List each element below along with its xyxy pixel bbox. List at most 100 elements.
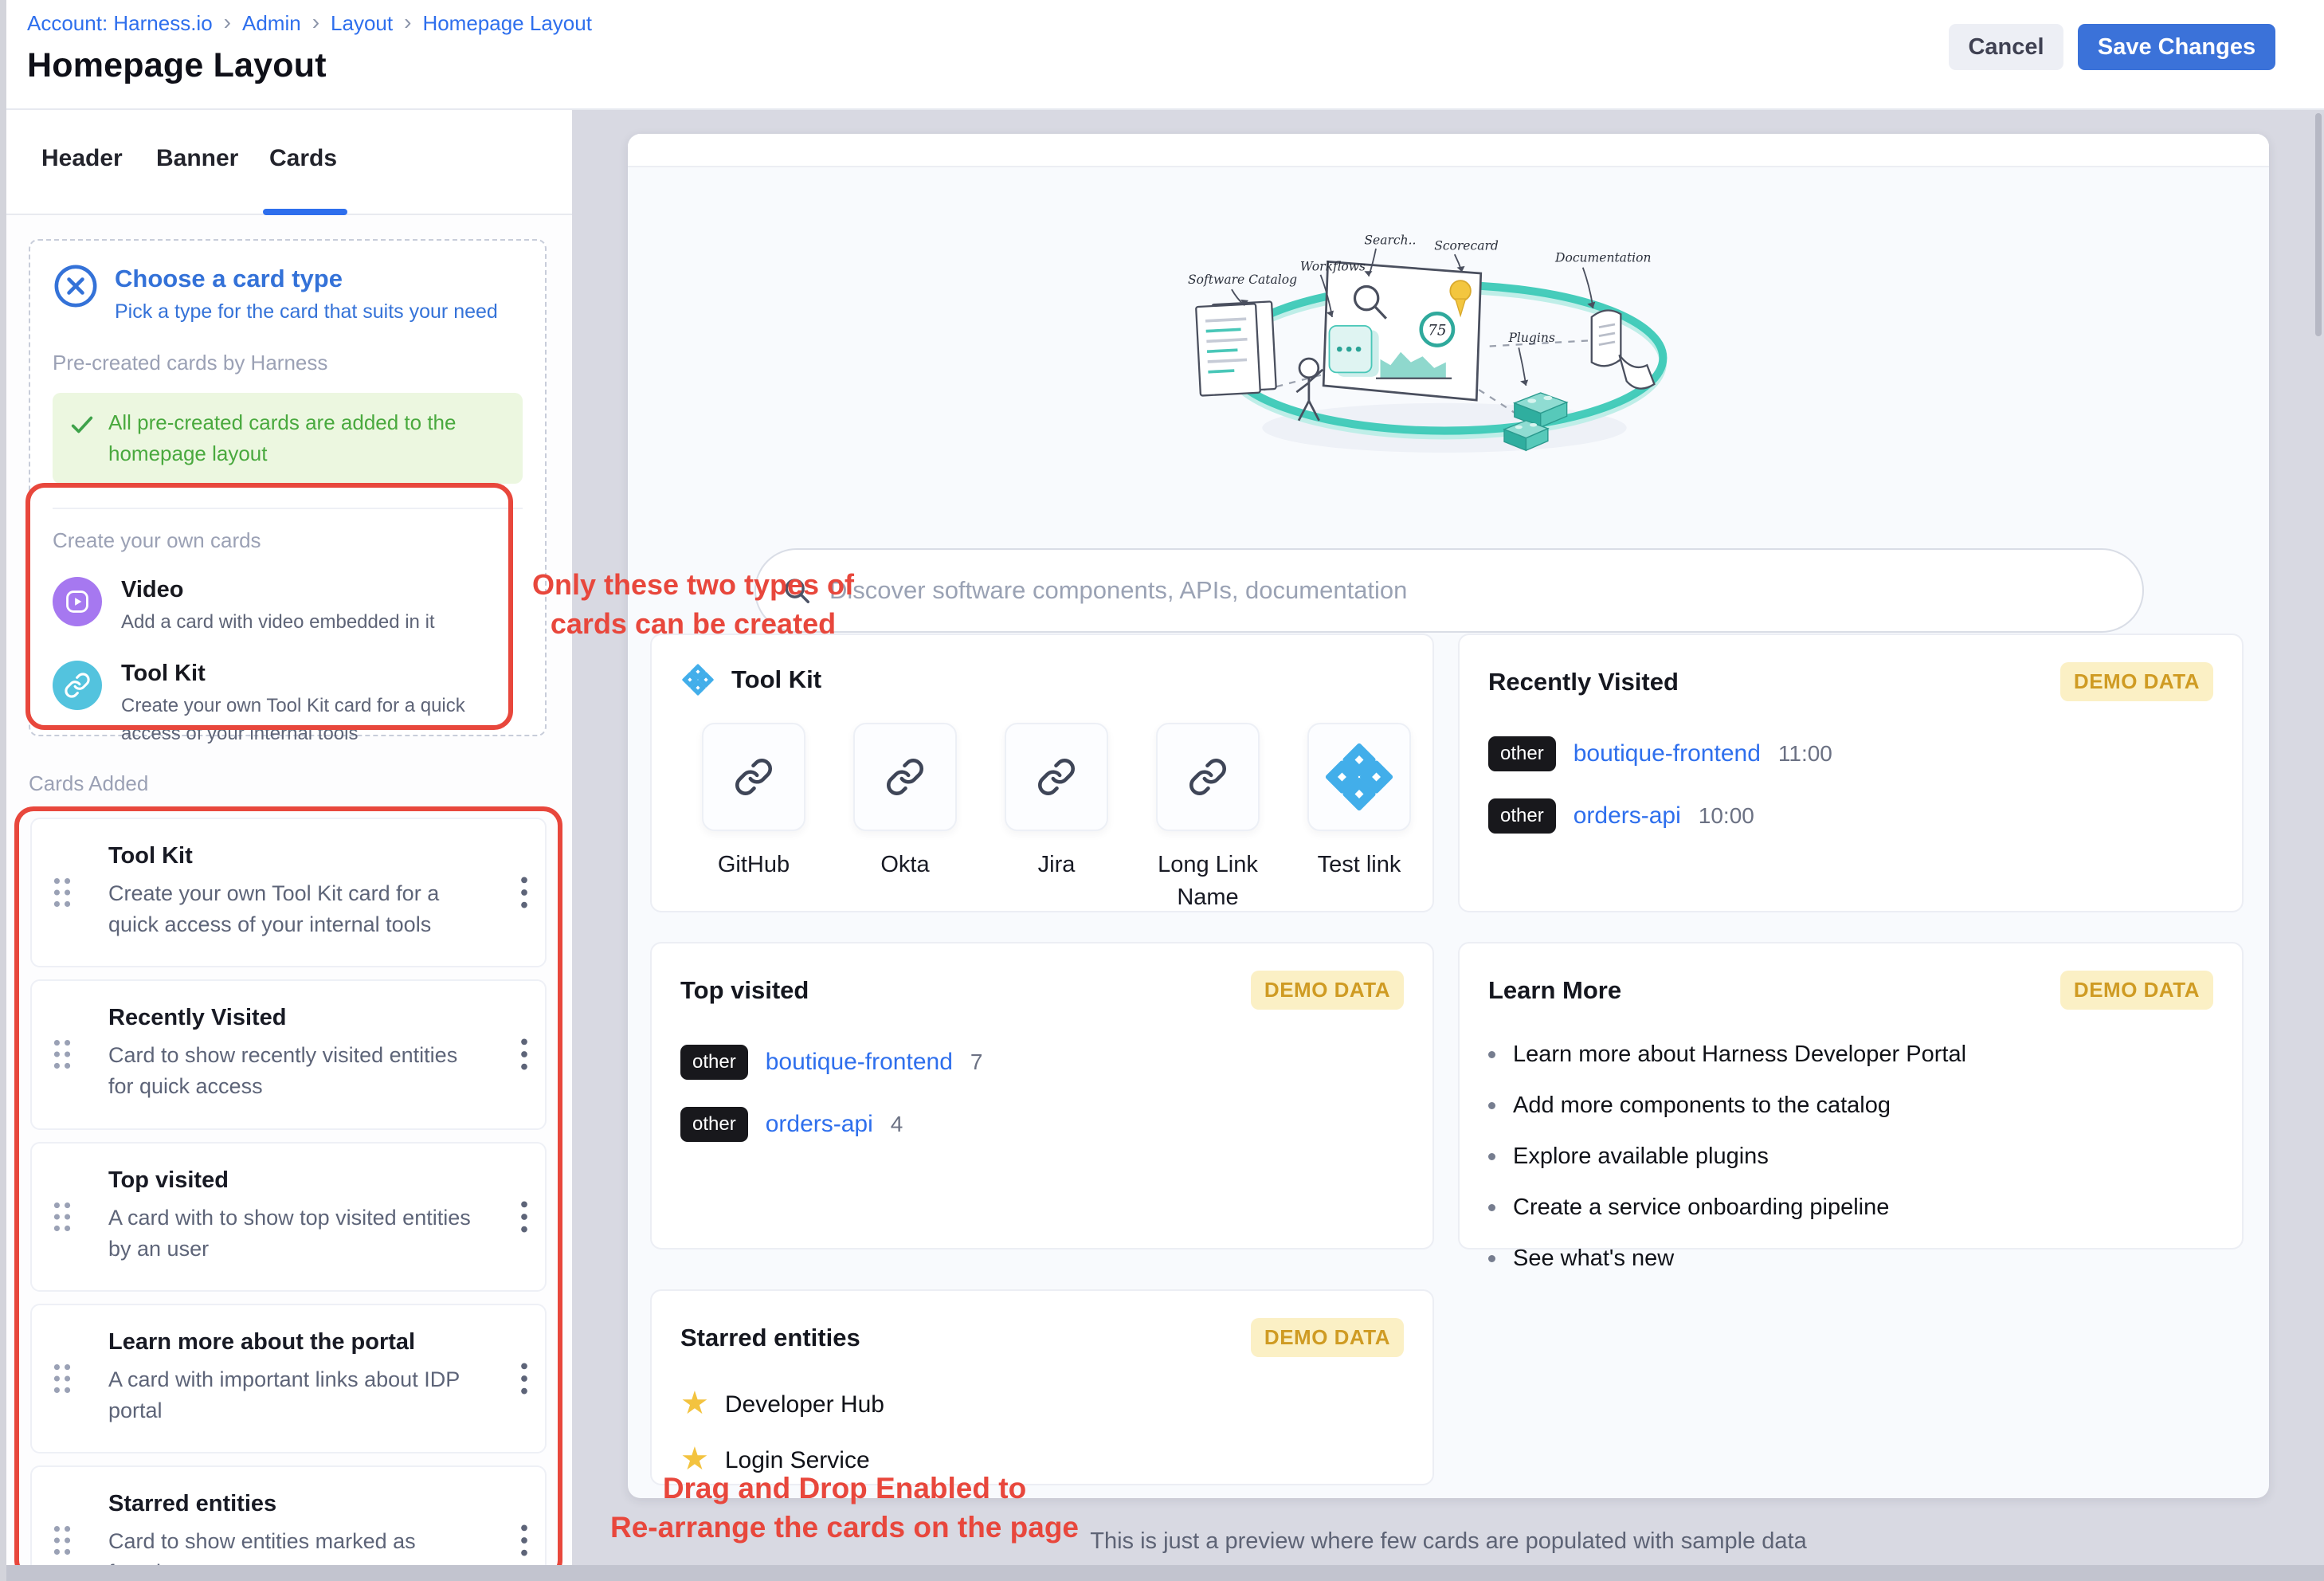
card-type-option-toolkit[interactable]: Tool Kit Create your own Tool Kit card f… [53, 661, 523, 748]
drag-handle-icon[interactable] [51, 876, 73, 909]
window-bottom-edge [6, 1565, 2324, 1581]
entity-link[interactable]: boutique-frontend [766, 1049, 953, 1076]
link-icon [734, 757, 774, 797]
window-left-edge [0, 0, 6, 1581]
card-type-option-video[interactable]: Video Add a card with video embedded in … [53, 577, 523, 637]
chooser-subtitle: Pick a type for the card that suits your… [115, 300, 498, 324]
learn-more-item[interactable]: Add more components to the catalog [1488, 1093, 2213, 1119]
entity-row: other boutique-frontend 7 [680, 1045, 1404, 1080]
breadcrumb-admin[interactable]: Admin [242, 11, 301, 36]
label-plugins: Plugins [1507, 331, 1554, 345]
chooser-title: Choose a card type [115, 265, 498, 293]
chooser-header: Choose a card type Pick a type for the c… [53, 263, 523, 324]
card-title: Recently Visited [1488, 668, 1679, 696]
homepage-preview-panel: 75 [628, 134, 2269, 1498]
label-workflows: Workflows [1300, 259, 1366, 273]
added-card-toolkit[interactable]: Tool Kit Create your own Tool Kit card f… [30, 818, 547, 967]
card-type-chooser-panel: Choose a card type Pick a type for the c… [29, 239, 547, 736]
breadcrumb-account[interactable]: Account: Harness.io [27, 11, 213, 36]
entity-time: 11:00 [1778, 741, 1832, 767]
learn-more-text: See what's new [1513, 1246, 1674, 1272]
sidebar-tabs: Header Banner Cards [6, 108, 572, 215]
entity-link[interactable]: orders-api [1574, 802, 1681, 830]
entity-link[interactable]: orders-api [766, 1111, 873, 1138]
preview-search-bar [754, 548, 2144, 633]
added-card-description: A card with to show top visited entities… [108, 1202, 483, 1265]
preview-card-learn-more[interactable]: Learn More DEMO DATA Learn more about Ha… [1458, 942, 2244, 1250]
added-card-starred-entities[interactable]: Starred entities Card to show entities m… [30, 1465, 547, 1581]
tab-banner[interactable]: Banner [156, 145, 238, 172]
toolkit-link-long-link-name[interactable]: Long Link Name [1155, 723, 1260, 913]
bullet-dot-icon [1488, 1051, 1495, 1058]
drag-handle-icon[interactable] [51, 1038, 73, 1071]
toolkit-link-label: Long Link Name [1144, 849, 1272, 913]
learn-more-text: Learn more about Harness Developer Porta… [1513, 1042, 1966, 1068]
toolkit-link-test-link[interactable]: Test link [1307, 723, 1412, 913]
starred-entity-name: Login Service [725, 1447, 870, 1474]
toolkit-links: GitHub Okta Jira Long Link Name [680, 723, 1404, 913]
close-circle-icon[interactable] [53, 263, 99, 309]
link-icon [53, 661, 102, 710]
label-search: Search.. [1364, 233, 1416, 247]
added-card-description: A card with important links about IDP po… [108, 1364, 483, 1426]
check-icon [69, 411, 96, 438]
kebab-menu-icon[interactable] [519, 875, 529, 910]
card-title: Tool Kit [731, 665, 821, 694]
kebab-menu-icon[interactable] [519, 1199, 529, 1234]
chevron-right-icon: › [312, 11, 319, 33]
drag-handle-icon[interactable] [51, 1524, 73, 1557]
bullet-dot-icon [1488, 1153, 1495, 1160]
search-input[interactable] [828, 575, 2117, 606]
toolkit-link-github[interactable]: GitHub [701, 723, 806, 913]
catalog-doc [1196, 301, 1276, 395]
learn-more-text: Explore available plugins [1513, 1144, 1769, 1170]
entity-row: other orders-api 10:00 [1488, 798, 2213, 834]
learn-more-item[interactable]: Create a service onboarding pipeline [1488, 1195, 2213, 1221]
option-description: Create your own Tool Kit card for a quic… [121, 692, 472, 748]
preview-card-toolkit[interactable]: Tool Kit GitHub Okta Jira [650, 634, 1434, 912]
added-card-top-visited[interactable]: Top visited A card with to show top visi… [30, 1142, 547, 1292]
cancel-button[interactable]: Cancel [1949, 24, 2063, 70]
added-card-recently-visited[interactable]: Recently Visited Card to show recently v… [30, 979, 547, 1129]
added-card-description: Card to show recently visited entities f… [108, 1040, 483, 1102]
learn-more-item[interactable]: Explore available plugins [1488, 1144, 2213, 1170]
toolkit-link-okta[interactable]: Okta [852, 723, 958, 913]
added-card-title: Top visited [108, 1167, 483, 1194]
breadcrumb-layout[interactable]: Layout [331, 11, 393, 36]
tab-cards[interactable]: Cards [269, 145, 337, 172]
search-icon [782, 575, 812, 606]
learn-more-item[interactable]: See what's new [1488, 1246, 2213, 1272]
entity-count: 7 [970, 1049, 983, 1075]
toolkit-link-jira[interactable]: Jira [1004, 723, 1109, 913]
starred-entity-name: Developer Hub [725, 1391, 884, 1418]
drag-handle-icon[interactable] [51, 1362, 73, 1395]
entity-time: 10:00 [1699, 803, 1754, 829]
preview-card-top-visited[interactable]: Top visited DEMO DATA other boutique-fro… [650, 942, 1434, 1250]
kebab-menu-icon[interactable] [519, 1037, 529, 1072]
breadcrumb-homepage-layout[interactable]: Homepage Layout [422, 11, 591, 36]
tab-header[interactable]: Header [41, 145, 123, 172]
added-card-title: Tool Kit [108, 843, 483, 869]
star-icon: ★ [680, 1443, 709, 1475]
entity-kind-tag: other [680, 1045, 748, 1080]
scrollbar-thumb[interactable] [2315, 113, 2322, 336]
active-tab-underline [263, 209, 347, 215]
kebab-menu-icon[interactable] [519, 1523, 529, 1558]
drag-handle-icon[interactable] [51, 1200, 73, 1234]
learn-more-item[interactable]: Learn more about Harness Developer Porta… [1488, 1042, 2213, 1068]
preview-card-recently-visited[interactable]: Recently Visited DEMO DATA other boutiqu… [1458, 634, 2244, 912]
demo-data-badge: DEMO DATA [2060, 971, 2213, 1010]
starred-entity-row[interactable]: ★ Login Service [680, 1445, 1404, 1477]
added-card-learn-more[interactable]: Learn more about the portal A card with … [30, 1304, 547, 1454]
save-changes-button[interactable]: Save Changes [2078, 24, 2275, 70]
starred-entity-row[interactable]: ★Developer Hub [680, 1389, 1404, 1421]
preview-card-starred-entities[interactable]: Starred entities DEMO DATA ★Developer Hu… [650, 1289, 1434, 1485]
entity-kind-tag: other [1488, 798, 1556, 834]
video-play-icon [53, 577, 102, 626]
kebab-menu-icon[interactable] [519, 1361, 529, 1396]
entity-link[interactable]: boutique-frontend [1574, 740, 1761, 767]
score-value: 75 [1428, 323, 1446, 339]
added-card-title: Starred entities [108, 1491, 483, 1517]
header-bar: Account: Harness.io › Admin › Layout › H… [6, 0, 2324, 110]
harness-diamond-icon [680, 662, 715, 697]
